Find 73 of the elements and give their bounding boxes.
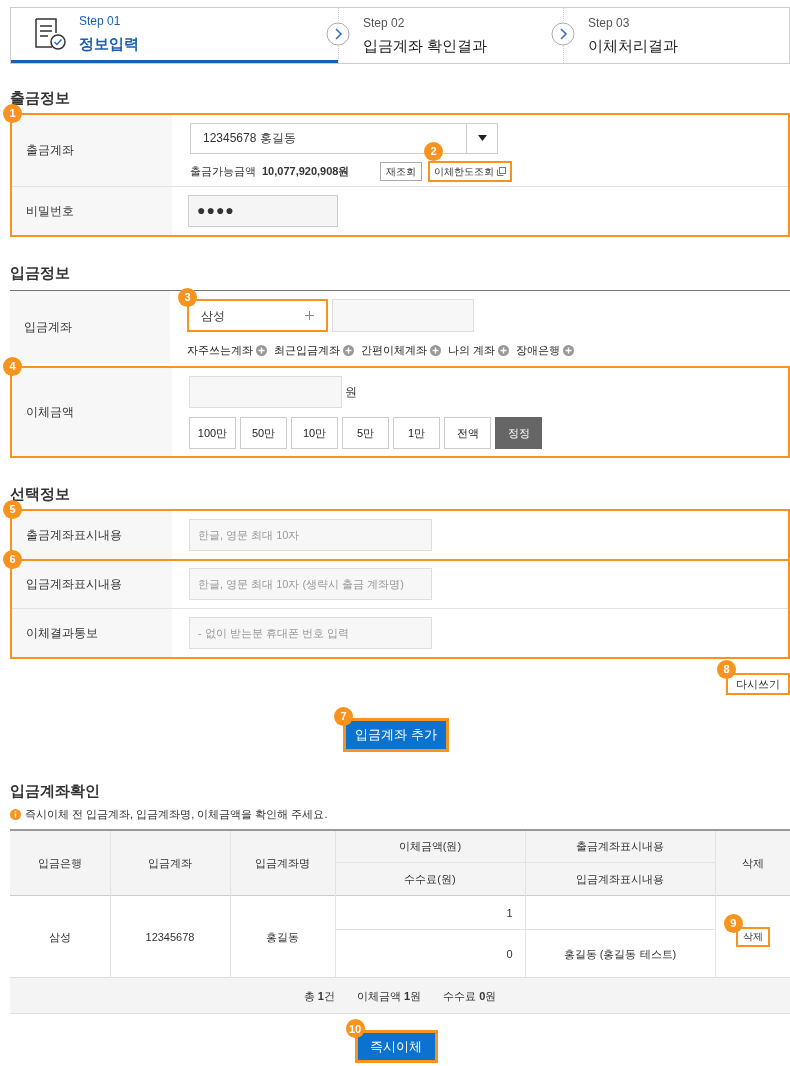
step-number: Step 01 xyxy=(79,13,122,31)
add-account-button[interactable]: 입금계좌 추가 xyxy=(343,717,449,752)
correct-button[interactable]: 정정 xyxy=(495,417,542,449)
column-header: 수수료(원) xyxy=(335,862,525,896)
table-cell: 0 xyxy=(335,929,525,978)
step-tab[interactable]: Step 03 이체처리결과 xyxy=(563,8,789,63)
notice-text: 즉시이체 전 입금계좌, 입금계좌명, 이체금액을 확인해 주세요. xyxy=(25,807,328,823)
available-amount: 10,077,920,908원 xyxy=(262,164,351,180)
step-number: Step 03 xyxy=(588,14,631,32)
chevron-right-icon xyxy=(326,22,350,46)
field-label: 출금계좌 xyxy=(26,142,74,159)
shortcut-link[interactable]: 간편이체계좌 xyxy=(361,342,441,359)
available-label: 출금가능금액 xyxy=(190,164,256,180)
plus-circle-icon xyxy=(256,344,267,356)
delete-button[interactable]: 삭제 xyxy=(735,926,770,947)
info-icon xyxy=(10,809,21,820)
section-heading: 입금계좌확인 xyxy=(10,780,101,801)
plus-circle-icon xyxy=(563,344,575,356)
table-cell: 삼성 xyxy=(10,895,110,978)
callout-badge: 8 xyxy=(717,659,736,679)
chevron-right-icon xyxy=(551,22,575,46)
column-header: 삭제 xyxy=(715,829,790,896)
text-field[interactable]: 한글, 영문 최대 10자 xyxy=(189,518,432,551)
field-label: 입금계좌표시내용 xyxy=(26,576,122,593)
plus-circle-icon xyxy=(343,344,354,356)
step-number: Step 02 xyxy=(363,14,406,32)
text-field[interactable]: 한글, 영문 최대 10자 (생략시 출금 계좌명) xyxy=(189,568,432,600)
field-label: 이체금액 xyxy=(26,404,74,421)
plus-icon xyxy=(305,311,314,320)
column-header: 이체금액(원) xyxy=(335,829,525,863)
table-cell: 홍길동 (홍길동 테스트) xyxy=(525,929,715,978)
limit-inquiry-button[interactable]: 이체한도조회 xyxy=(428,161,512,182)
amount-button[interactable]: 5만 xyxy=(342,417,389,449)
step-title: 입금계좌 확인결과 xyxy=(363,35,488,56)
amount-button[interactable]: 100만 xyxy=(189,417,236,449)
summary-text: 수수료 0원 xyxy=(443,988,497,1004)
plus-circle-icon xyxy=(498,344,510,356)
field-label: 비밀번호 xyxy=(26,202,74,220)
step-title: 정보입력 xyxy=(79,34,139,55)
shortcut-link[interactable]: 장애은행 xyxy=(516,342,575,359)
amount-button[interactable]: 1만 xyxy=(393,417,440,449)
callout-badge: 9 xyxy=(723,913,743,933)
callout-badge: 7 xyxy=(334,706,353,726)
reset-button[interactable]: 다시쓰기 xyxy=(726,672,790,695)
table-cell: 홍길동 xyxy=(230,895,335,978)
shortcut-link[interactable]: 최근입금계좌 xyxy=(274,342,354,359)
account-number-field[interactable] xyxy=(332,299,474,332)
amount-field[interactable] xyxy=(189,376,342,408)
field-label: 이체결과통보 xyxy=(26,624,98,642)
column-header: 출금계좌표시내용 xyxy=(525,829,715,863)
table-cell: 1 xyxy=(335,895,525,930)
table-cell: 12345678 xyxy=(110,895,230,978)
summary-text: 이체금액 1원 xyxy=(356,988,422,1004)
unit-label: 원 xyxy=(345,384,357,401)
plus-circle-icon xyxy=(430,344,441,356)
shortcut-link[interactable]: 나의 계좌 xyxy=(448,342,510,359)
callout-badge: 10 xyxy=(345,1019,365,1039)
amount-button[interactable]: 10만 xyxy=(291,417,338,449)
amount-button[interactable]: 전액 xyxy=(444,417,491,449)
password-field[interactable]: ●●●● xyxy=(188,194,338,227)
caret-down-icon xyxy=(477,135,487,141)
summary-text: 총 1건 xyxy=(303,988,335,1004)
popup-icon xyxy=(497,167,506,176)
step-title: 이체처리결과 xyxy=(588,35,678,56)
column-header: 입금계좌표시내용 xyxy=(525,862,715,896)
refresh-button[interactable]: 재조회 xyxy=(380,162,422,181)
field-label: 입금계좌 xyxy=(24,319,72,336)
callout-badge: 3 xyxy=(178,288,197,307)
shortcut-link[interactable]: 자주쓰는계좌 xyxy=(187,342,267,359)
amount-button[interactable]: 50만 xyxy=(240,417,287,449)
field-label: 출금계좌표시내용 xyxy=(26,526,122,544)
document-check-icon xyxy=(33,17,67,51)
text-field[interactable]: - 없이 받는분 휴대폰 번호 입력 xyxy=(189,616,432,649)
